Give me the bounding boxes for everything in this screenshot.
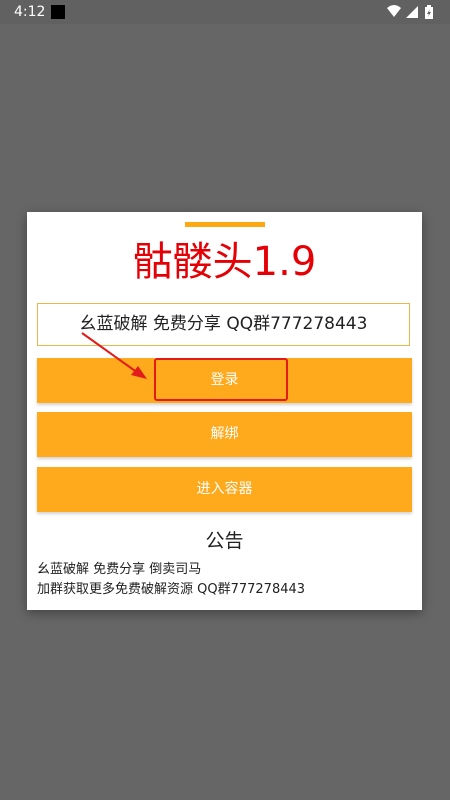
dialog-accent-bar (185, 222, 265, 227)
status-icons (386, 4, 438, 20)
status-time: 4:12 (14, 4, 46, 20)
battery-charging-icon (425, 5, 433, 19)
login-button[interactable]: 登录 (37, 358, 412, 403)
info-text-box: 幺蓝破解 免费分享 QQ群777278443 (37, 303, 410, 346)
dialog-title: 骷髅头1.9 (132, 239, 317, 285)
login-dialog: 骷髅头1.9 幺蓝破解 免费分享 QQ群777278443 登录 解绑 进入容器… (27, 212, 422, 610)
announcement-line: 幺蓝破解 免费分享 倒卖司马 (37, 562, 202, 577)
notification-square-icon (51, 5, 65, 19)
unbind-button[interactable]: 解绑 (37, 412, 412, 457)
enter-container-button[interactable]: 进入容器 (37, 467, 412, 512)
announcement-title: 公告 (205, 530, 244, 552)
wifi-icon (387, 5, 401, 17)
cellular-signal-icon (406, 6, 418, 18)
status-bar: 4:12 (0, 0, 450, 24)
announcement-line: 加群获取更多免费破解资源 QQ群777278443 (37, 582, 306, 597)
